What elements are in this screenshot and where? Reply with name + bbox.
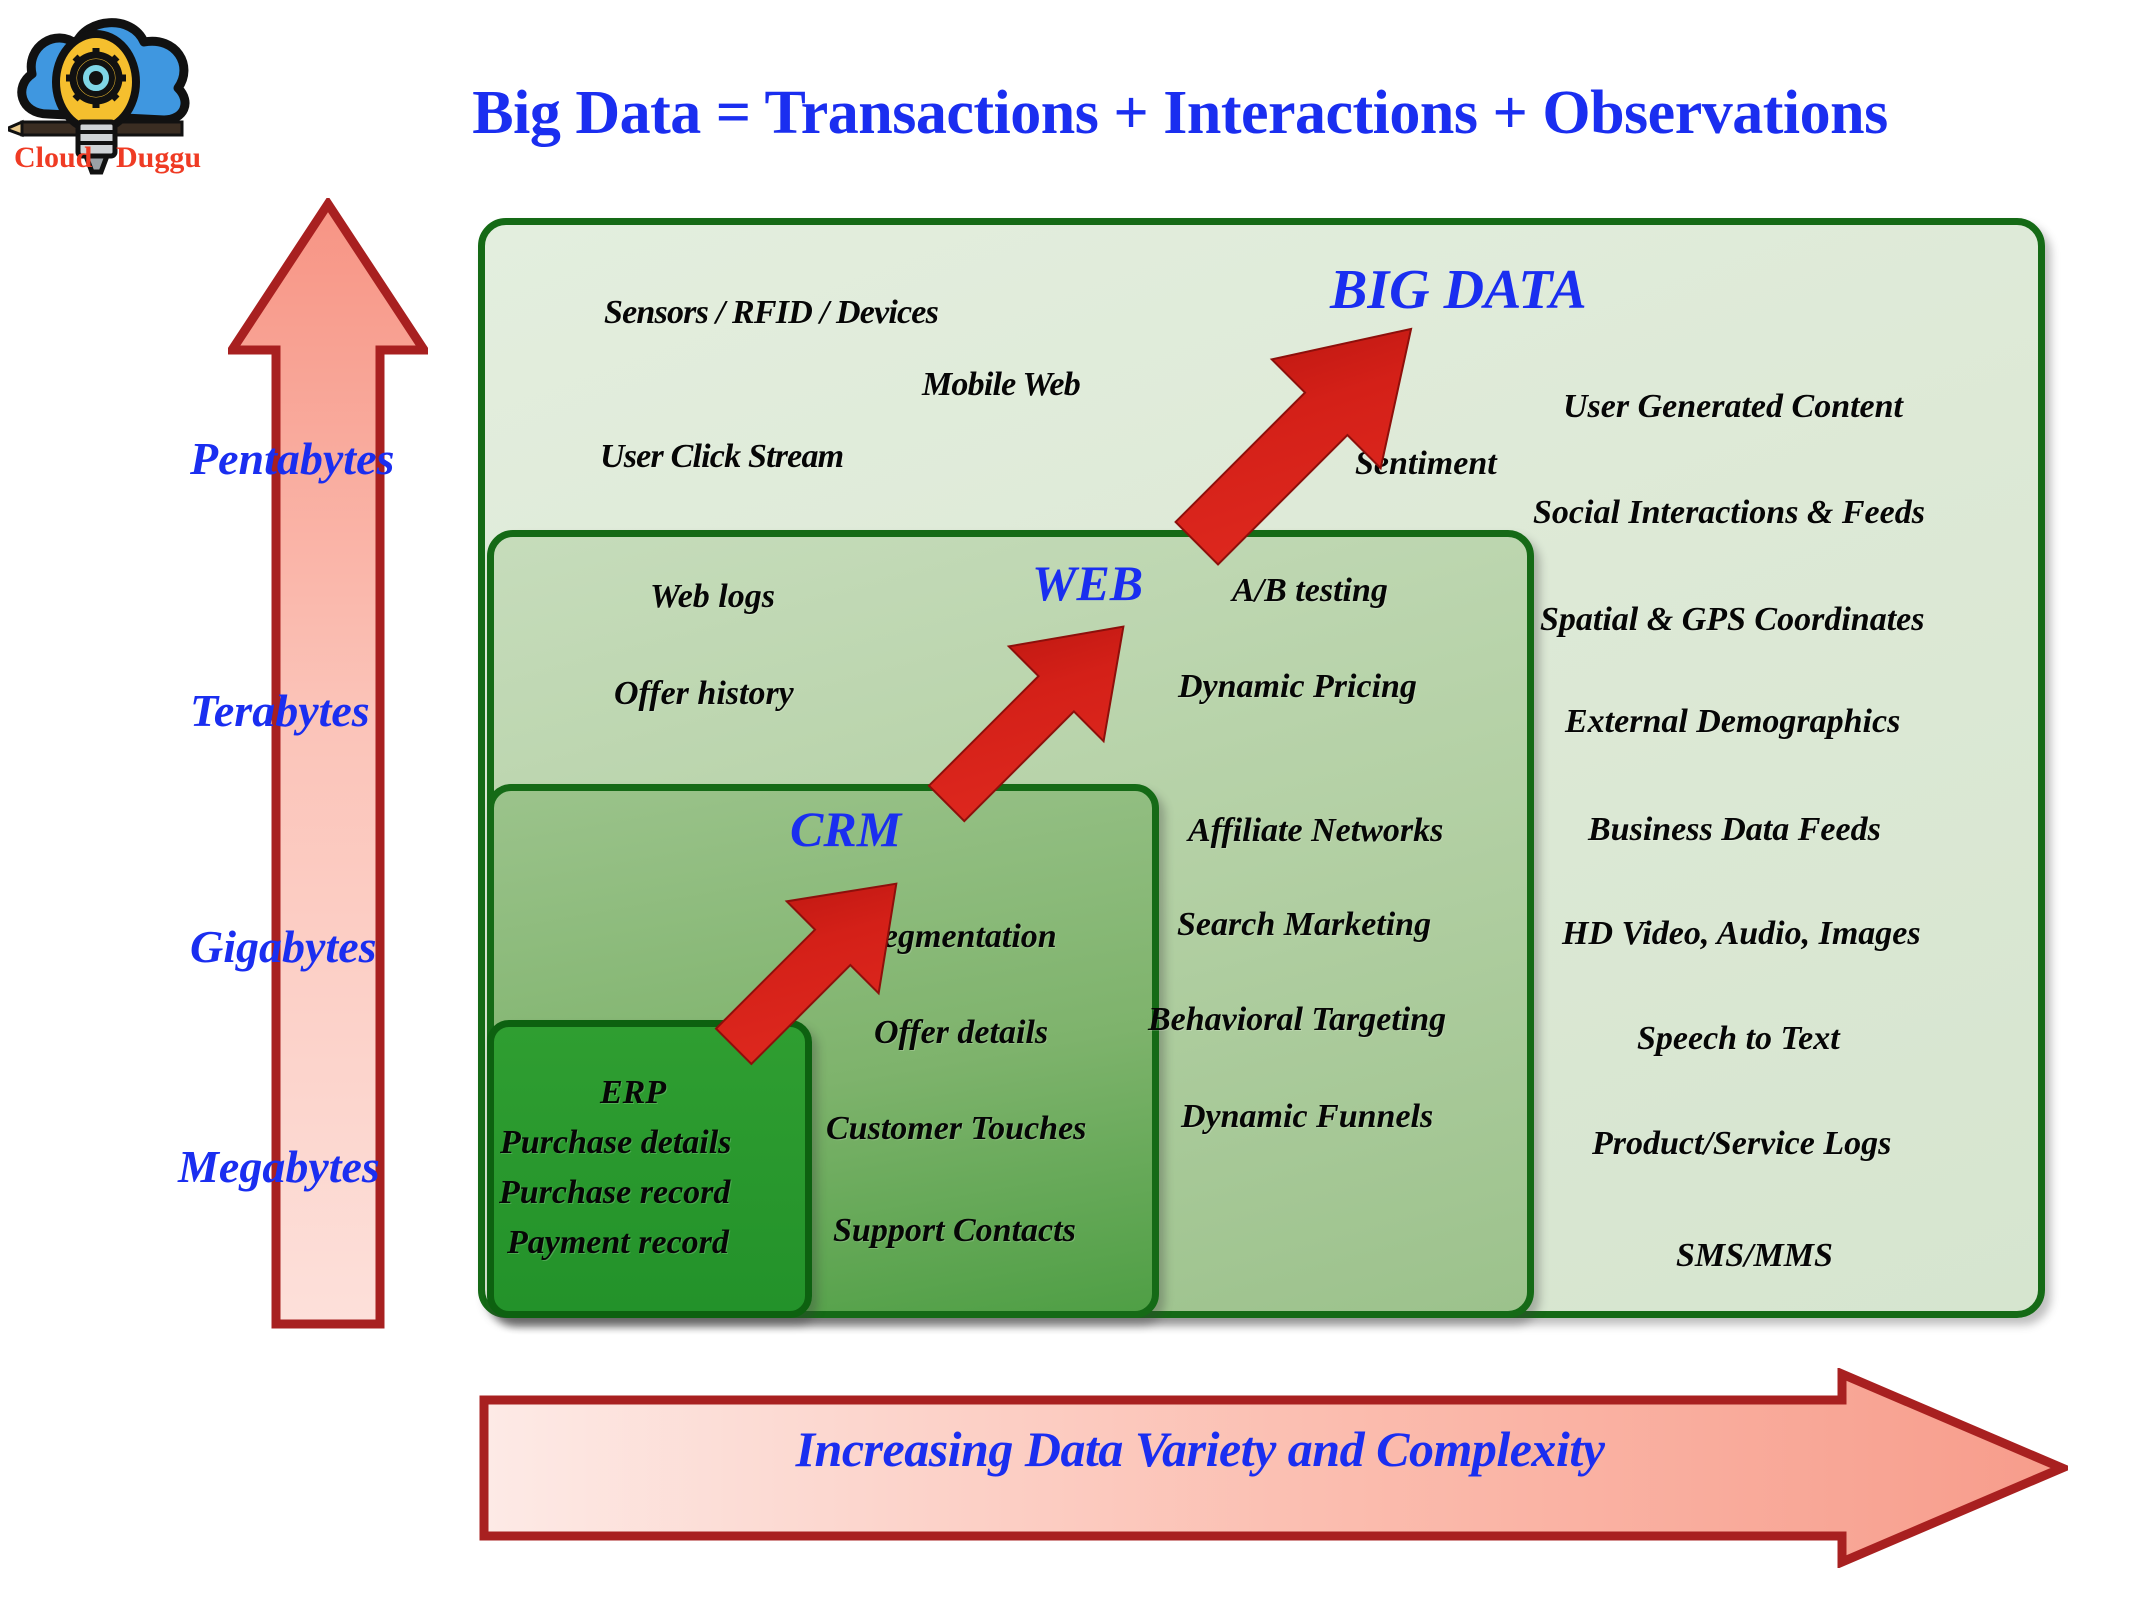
axis-label-megabytes: Megabytes bbox=[178, 1141, 380, 1192]
item-speech-to-text: Speech to Text bbox=[1637, 1020, 1840, 1057]
diagram-canvas: Cloud Duggu Big Data = Transactions + In… bbox=[0, 0, 2145, 1606]
item-purchase-details: Purchase details bbox=[500, 1124, 732, 1161]
logo-brand-left: Cloud bbox=[14, 141, 93, 174]
item-hd-video-audio-images: HD Video, Audio, Images bbox=[1562, 915, 1921, 952]
item-external-demographics: External Demographics bbox=[1565, 703, 1901, 740]
item-dynamic-funnels: Dynamic Funnels bbox=[1181, 1098, 1434, 1135]
axis-label-pentabytes: Pentabytes bbox=[190, 433, 395, 484]
bottom-axis-label: Increasing Data Variety and Complexity bbox=[795, 1421, 1605, 1477]
label-web: WEB bbox=[1032, 555, 1144, 611]
item-user-generated-content: User Generated Content bbox=[1563, 388, 1903, 425]
item-sms-mms: SMS/MMS bbox=[1676, 1237, 1833, 1274]
item-social-interactions-feeds: Social Interactions & Feeds bbox=[1533, 494, 1925, 531]
item-behavioral-targeting: Behavioral Targeting bbox=[1148, 1001, 1447, 1038]
crm-growth-arrow-icon bbox=[680, 850, 950, 1080]
page-title: Big Data = Transactions + Interactions +… bbox=[472, 79, 1888, 147]
item-dynamic-pricing: Dynamic Pricing bbox=[1178, 668, 1417, 705]
cloudduggu-logo: Cloud Duggu bbox=[8, 4, 208, 194]
item-mobile-web: Mobile Web bbox=[922, 366, 1081, 403]
item-product-service-logs: Product/Service Logs bbox=[1592, 1125, 1892, 1162]
item-user-click-stream: User Click Stream bbox=[600, 438, 844, 475]
label-crm: CRM bbox=[790, 801, 902, 857]
item-search-marketing: Search Marketing bbox=[1177, 906, 1432, 943]
item-payment-record: Payment record bbox=[507, 1224, 729, 1261]
item-purchase-record: Purchase record bbox=[499, 1174, 731, 1211]
axis-label-terabytes: Terabytes bbox=[190, 685, 370, 736]
axis-label-gigabytes: Gigabytes bbox=[190, 921, 377, 972]
bigdata-growth-arrow-icon bbox=[1130, 280, 1480, 590]
item-spatial-gps-coordinates: Spatial & GPS Coordinates bbox=[1540, 601, 1925, 638]
item-offer-history: Offer history bbox=[614, 675, 794, 712]
item-sensors-rfid-devices: Sensors / RFID / Devices bbox=[604, 294, 939, 331]
item-erp: ERP bbox=[600, 1074, 667, 1111]
item-web-logs: Web logs bbox=[650, 578, 775, 615]
logo-brand-right: Duggu bbox=[116, 141, 201, 174]
item-affiliate-networks: Affiliate Networks bbox=[1188, 812, 1444, 849]
item-business-data-feeds: Business Data Feeds bbox=[1588, 811, 1881, 848]
web-growth-arrow-icon bbox=[890, 590, 1180, 840]
cloud-lightbulb-pencil-logo: Cloud Duggu bbox=[8, 18, 201, 175]
item-customer-touches: Customer Touches bbox=[826, 1110, 1087, 1147]
item-support-contacts: Support Contacts bbox=[833, 1212, 1076, 1249]
label-big-data: BIG DATA bbox=[1330, 259, 1587, 321]
